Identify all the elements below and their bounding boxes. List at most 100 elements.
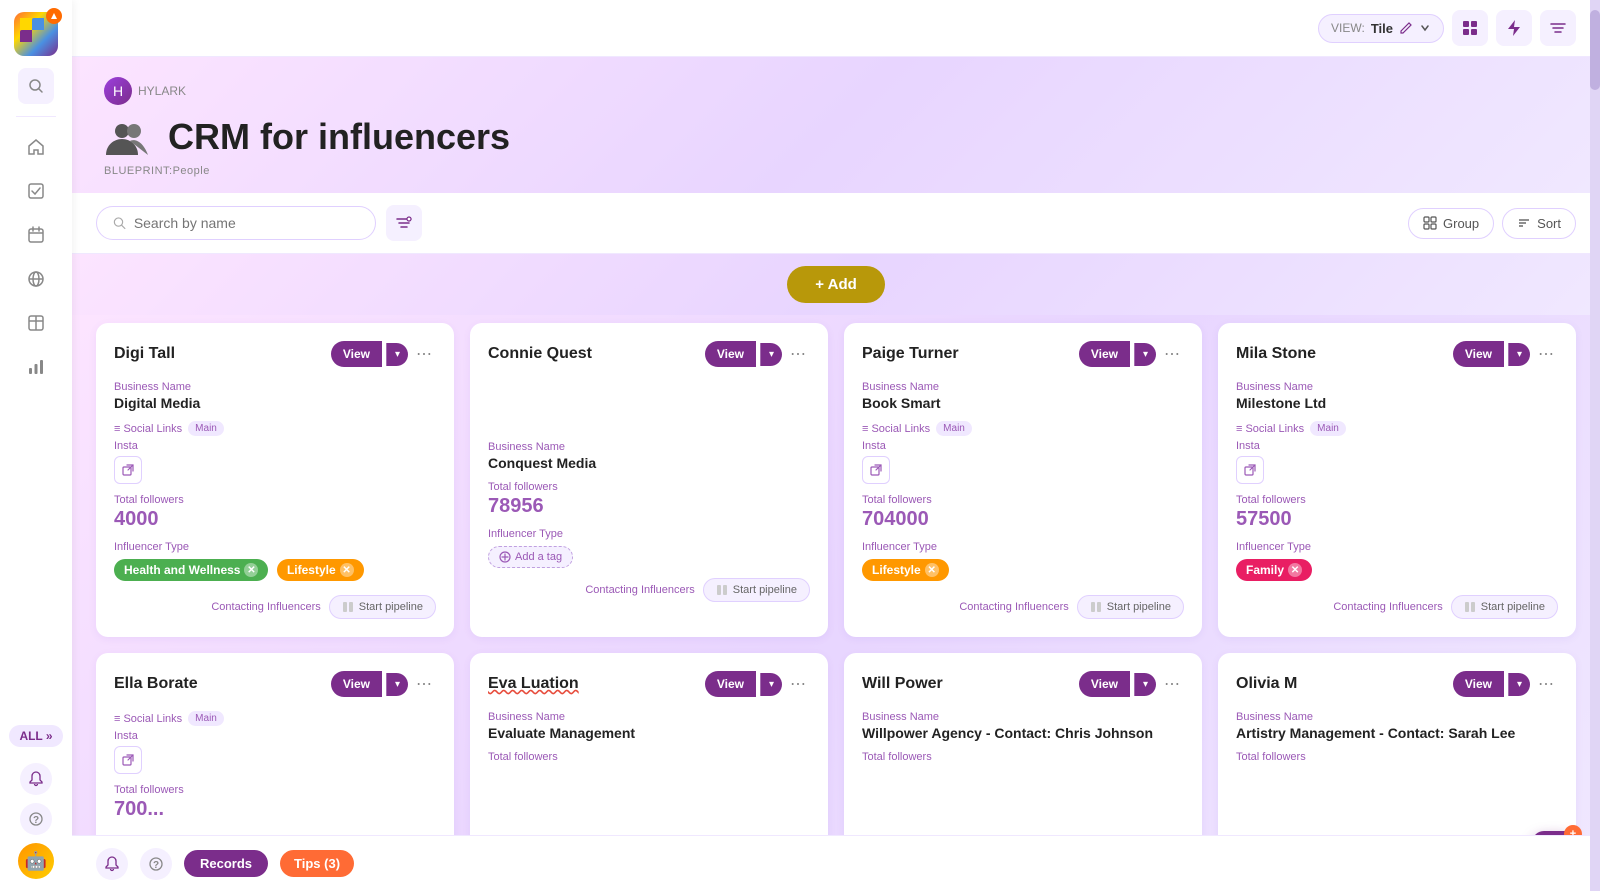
grid-view-btn[interactable]: [1452, 10, 1488, 46]
business-name-value: Book Smart: [862, 395, 1184, 411]
business-name-label: Business Name: [1236, 711, 1558, 723]
logo-badge: [46, 8, 62, 24]
sidebar-calendar-icon[interactable]: [18, 217, 54, 253]
scrollbar[interactable]: [1590, 0, 1600, 891]
card-name: Connie Quest: [488, 345, 592, 363]
tips-btn[interactable]: Tips (3): [280, 850, 354, 877]
view-dropdown[interactable]: ▾: [760, 343, 782, 366]
page-title: CRM for influencers: [168, 116, 510, 158]
card-footer: Contacting Influencers Start pipeline: [114, 595, 436, 619]
type-label: Influencer Type: [862, 541, 1184, 553]
tag-remove-btn[interactable]: ✕: [244, 563, 258, 577]
blueprint-label: BLUEPRINT:People: [104, 165, 1568, 177]
view-dropdown[interactable]: ▾: [1508, 343, 1530, 366]
search-icon: [113, 216, 126, 230]
sidebar-search-btn[interactable]: [18, 68, 54, 104]
card-eva-luation: Eva Luation View ▾ ⋯ Business Name Evalu…: [470, 653, 828, 849]
hylark-name: HYLARK: [138, 84, 186, 98]
records-btn[interactable]: Records: [184, 850, 268, 877]
external-link-btn[interactable]: [114, 456, 142, 484]
view-button[interactable]: View: [1079, 341, 1130, 367]
search-input[interactable]: [134, 215, 359, 231]
view-button[interactable]: View: [705, 671, 756, 697]
insta-label: Insta: [114, 730, 436, 742]
social-links-row: ≡ Social Links Main: [1236, 421, 1558, 436]
external-link-btn[interactable]: [1236, 456, 1264, 484]
help-icon[interactable]: ?: [20, 803, 52, 835]
card-footer: Contacting Influencers Start pipeline: [488, 578, 810, 602]
view-dropdown[interactable]: ▾: [386, 343, 408, 366]
sidebar-all-btn[interactable]: ALL »: [9, 725, 62, 747]
tag-remove-btn[interactable]: ✕: [925, 563, 939, 577]
bolt-btn[interactable]: [1496, 10, 1532, 46]
card-menu[interactable]: ⋯: [412, 672, 436, 696]
start-pipeline-btn[interactable]: Start pipeline: [1451, 595, 1558, 619]
view-button[interactable]: View: [1453, 341, 1504, 367]
filter-btn[interactable]: [386, 205, 422, 241]
notification-icon[interactable]: [20, 763, 52, 795]
group-btn[interactable]: Group: [1408, 208, 1494, 239]
card-menu[interactable]: ⋯: [412, 342, 436, 366]
start-pipeline-btn[interactable]: Start pipeline: [703, 578, 810, 602]
card-header: Mila Stone View ▾ ⋯: [1236, 341, 1558, 367]
view-dropdown[interactable]: ▾: [386, 673, 408, 696]
tag-remove-btn[interactable]: ✕: [1288, 563, 1302, 577]
tag-health-wellness[interactable]: Health and Wellness ✕: [114, 559, 268, 581]
followers-label: Total followers: [862, 751, 1184, 763]
view-button[interactable]: View: [1079, 671, 1130, 697]
main-badge: Main: [188, 421, 224, 436]
logo[interactable]: [14, 12, 58, 56]
sidebar-tasks-icon[interactable]: [18, 173, 54, 209]
scrollbar-thumb[interactable]: [1590, 10, 1600, 90]
sidebar-home-icon[interactable]: [18, 129, 54, 165]
view-dropdown[interactable]: ▾: [1508, 673, 1530, 696]
sidebar-globe-icon[interactable]: [18, 261, 54, 297]
card-menu[interactable]: ⋯: [1534, 672, 1558, 696]
business-name-value: Evaluate Management: [488, 725, 810, 741]
view-button[interactable]: View: [705, 341, 756, 367]
view-dropdown[interactable]: ▾: [760, 673, 782, 696]
tag-lifestyle[interactable]: Lifestyle ✕: [277, 559, 364, 581]
sidebar-table-icon[interactable]: [18, 305, 54, 341]
tag-lifestyle[interactable]: Lifestyle ✕: [862, 559, 949, 581]
svg-text:?: ?: [153, 860, 159, 871]
insta-label: Insta: [114, 440, 436, 452]
business-name-label: Business Name: [114, 381, 436, 393]
card-menu[interactable]: ⋯: [1160, 342, 1184, 366]
view-dropdown[interactable]: ▾: [1134, 673, 1156, 696]
card-menu[interactable]: ⋯: [1534, 342, 1558, 366]
filter2-btn[interactable]: [1540, 10, 1576, 46]
card-menu[interactable]: ⋯: [786, 342, 810, 366]
card-connie-quest: Connie Quest View ▾ ⋯ Business Name Conq…: [470, 323, 828, 637]
sidebar-chart-icon[interactable]: [18, 349, 54, 385]
social-links-row: ≡ Social Links Main: [862, 421, 1184, 436]
tag-family[interactable]: Family ✕: [1236, 559, 1312, 581]
pipeline-status: Contacting Influencers: [211, 601, 320, 613]
notification-btn[interactable]: [96, 848, 128, 880]
help-btn[interactable]: ?: [140, 848, 172, 880]
external-link-btn[interactable]: [862, 456, 890, 484]
user-avatar[interactable]: 🤖: [18, 843, 54, 879]
main-badge: Main: [936, 421, 972, 436]
tag-remove-btn[interactable]: ✕: [340, 563, 354, 577]
search-box[interactable]: [96, 206, 376, 240]
sort-btn[interactable]: Sort: [1502, 208, 1576, 239]
insta-label: Insta: [862, 440, 1184, 452]
view-dropdown[interactable]: ▾: [1134, 343, 1156, 366]
view-button[interactable]: View: [331, 671, 382, 697]
external-link-btn[interactable]: [114, 746, 142, 774]
card-menu[interactable]: ⋯: [786, 672, 810, 696]
view-button[interactable]: View: [1453, 671, 1504, 697]
sort-label: Sort: [1537, 216, 1561, 231]
hylark-label: H HYLARK: [104, 77, 1568, 105]
followers-label: Total followers: [488, 481, 810, 493]
view-selector[interactable]: VIEW: Tile: [1318, 14, 1444, 43]
start-pipeline-btn[interactable]: Start pipeline: [1077, 595, 1184, 619]
view-label: VIEW:: [1331, 21, 1365, 35]
followers-label: Total followers: [114, 784, 436, 796]
view-button[interactable]: View: [331, 341, 382, 367]
start-pipeline-btn[interactable]: Start pipeline: [329, 595, 436, 619]
card-menu[interactable]: ⋯: [1160, 672, 1184, 696]
add-tag-btn[interactable]: Add a tag: [488, 546, 573, 568]
add-button[interactable]: + Add: [787, 266, 885, 303]
